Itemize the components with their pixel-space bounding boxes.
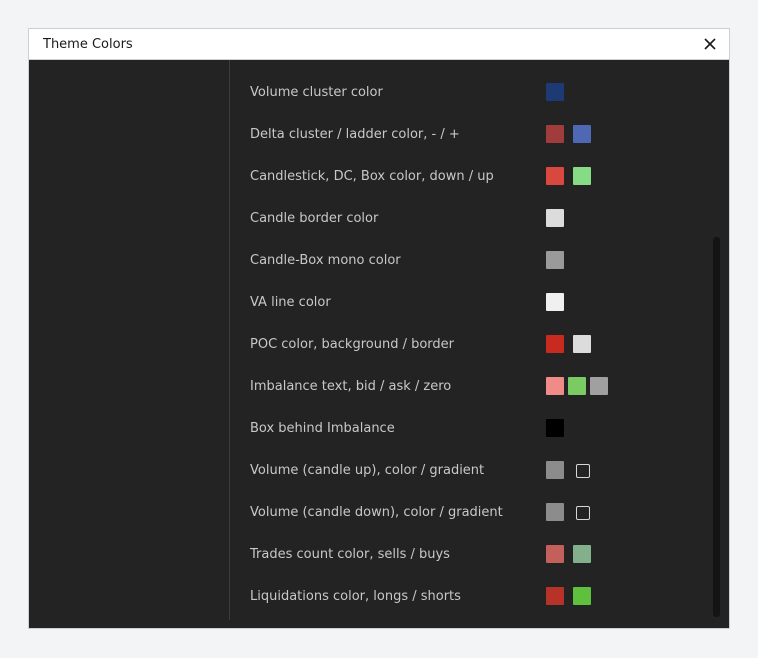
setting-label: VA line color <box>250 295 331 310</box>
color-swatch[interactable] <box>546 125 564 143</box>
vertical-scrollbar[interactable] <box>713 237 720 617</box>
setting-label: Imbalance text, bid / ask / zero <box>250 379 452 394</box>
settings-list: Volume cluster color Delta cluster / ladd… <box>230 60 729 628</box>
sidebar <box>29 60 229 620</box>
color-swatch[interactable] <box>546 293 564 311</box>
color-setting-row: Volume (candle down), color / gradient <box>230 503 700 523</box>
setting-label: Trades count color, sells / buys <box>250 547 450 562</box>
title-bar: Theme Colors <box>29 29 729 60</box>
color-setting-row: Volume (candle up), color / gradient <box>230 461 700 481</box>
color-swatch[interactable] <box>573 587 591 605</box>
color-setting-row: Liquidations color, longs / shorts <box>230 587 700 607</box>
theme-colors-dialog: Theme Colors Volume cluster color Delta c… <box>28 28 730 629</box>
color-swatch[interactable] <box>546 503 564 521</box>
setting-label: Volume cluster color <box>250 85 383 100</box>
color-setting-row: Candle-Box mono color <box>230 251 700 271</box>
color-setting-row: VA line color <box>230 293 700 313</box>
color-swatch[interactable] <box>590 377 608 395</box>
color-setting-row: Volume cluster color <box>230 83 700 103</box>
color-swatch[interactable] <box>546 377 564 395</box>
setting-label: Volume (candle up), color / gradient <box>250 463 485 478</box>
color-setting-row: Candlestick, DC, Box color, down / up <box>230 167 700 187</box>
color-setting-row: Candle border color <box>230 209 700 229</box>
setting-label: Candle border color <box>250 211 379 226</box>
color-swatch[interactable] <box>546 419 564 437</box>
color-setting-row: Imbalance text, bid / ask / zero <box>230 377 700 397</box>
color-swatch[interactable] <box>573 335 591 353</box>
color-setting-row: Box behind Imbalance <box>230 419 700 439</box>
gradient-checkbox[interactable] <box>576 506 590 520</box>
color-swatch[interactable] <box>573 125 591 143</box>
color-swatch[interactable] <box>546 167 564 185</box>
color-setting-row: Delta cluster / ladder color, - / + <box>230 125 700 145</box>
setting-label: Candle-Box mono color <box>250 253 401 268</box>
color-swatch[interactable] <box>573 167 591 185</box>
setting-label: Box behind Imbalance <box>250 421 395 436</box>
setting-label: Volume (candle down), color / gradient <box>250 505 503 520</box>
color-swatch[interactable] <box>573 545 591 563</box>
color-setting-row: POC color, background / border <box>230 335 700 355</box>
setting-label: Liquidations color, longs / shorts <box>250 589 461 604</box>
setting-label: POC color, background / border <box>250 337 455 352</box>
gradient-checkbox[interactable] <box>576 464 590 478</box>
dialog-title: Theme Colors <box>43 37 133 52</box>
color-swatch[interactable] <box>546 461 564 479</box>
close-icon <box>704 38 716 50</box>
color-setting-row: Trades count color, sells / buys <box>230 545 700 565</box>
color-swatch[interactable] <box>546 209 564 227</box>
setting-label: Delta cluster / ladder color, - / + <box>250 127 460 142</box>
color-swatch[interactable] <box>568 377 586 395</box>
color-swatch[interactable] <box>546 587 564 605</box>
close-button[interactable] <box>699 33 721 55</box>
color-swatch[interactable] <box>546 545 564 563</box>
color-swatch[interactable] <box>546 83 564 101</box>
setting-label: Candlestick, DC, Box color, down / up <box>250 169 494 184</box>
color-swatch[interactable] <box>546 335 564 353</box>
color-swatch[interactable] <box>546 251 564 269</box>
